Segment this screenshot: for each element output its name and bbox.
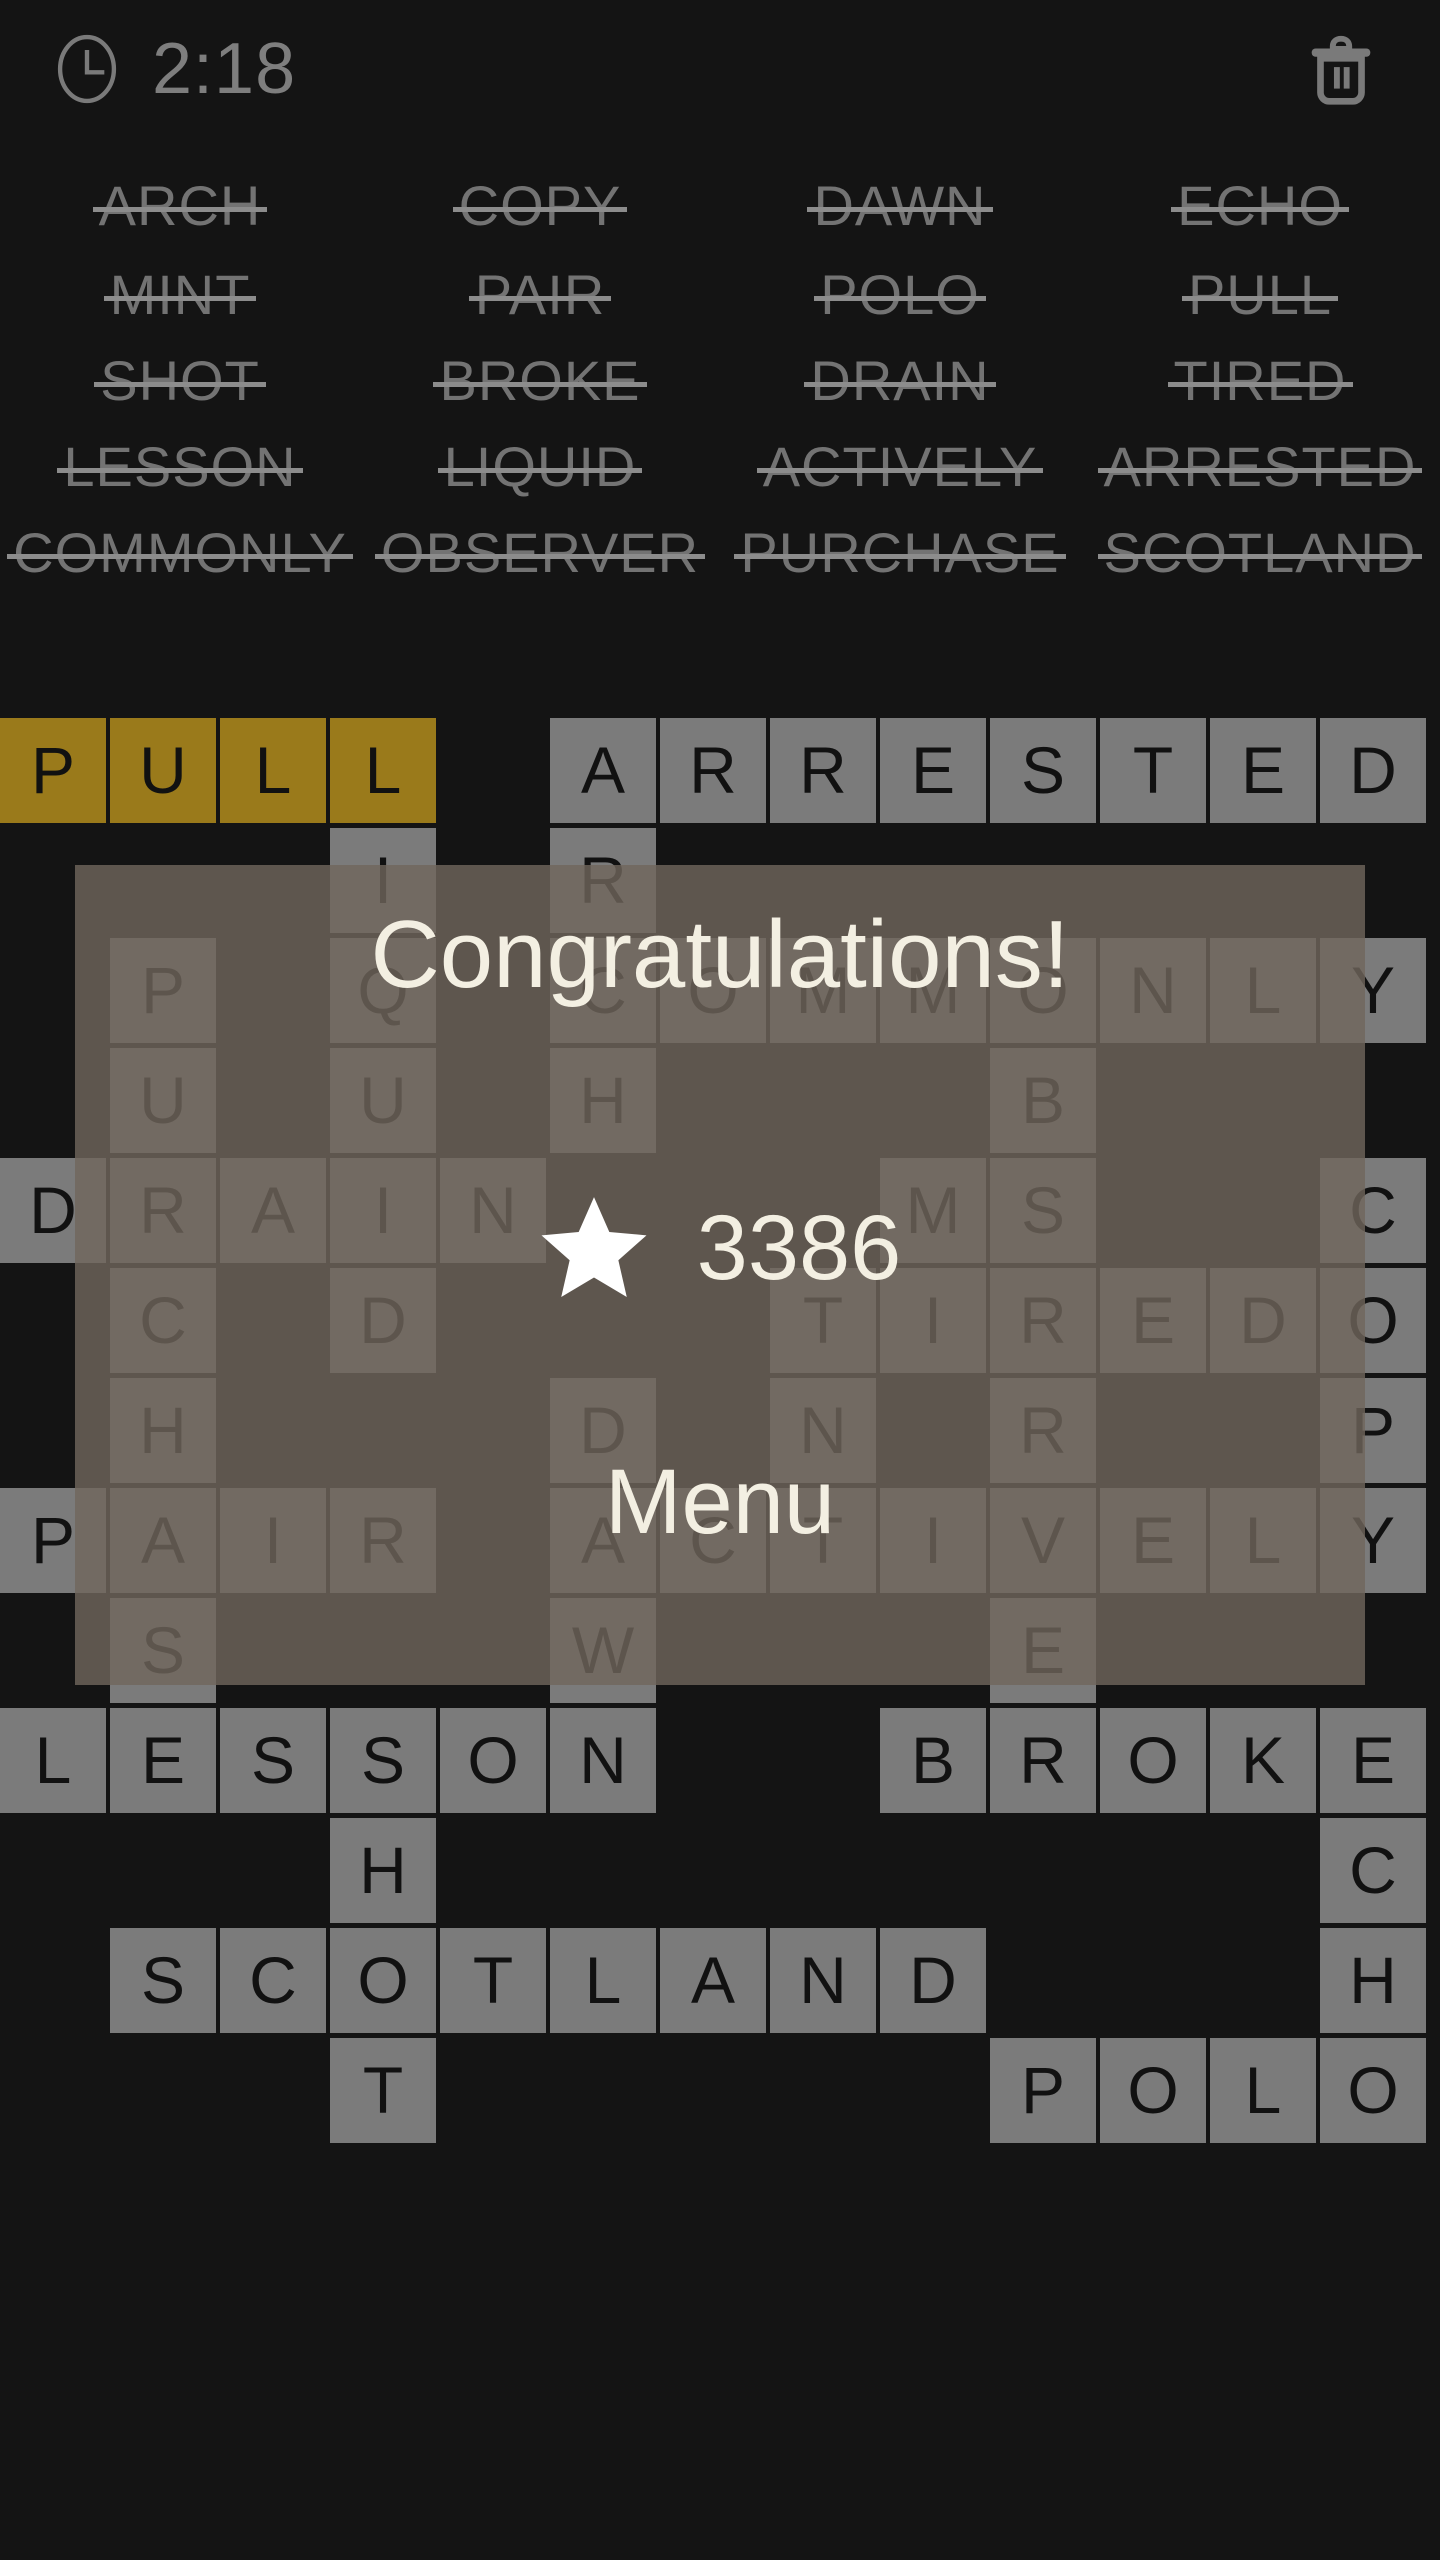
grid-cell[interactable]: T	[1100, 718, 1206, 823]
congratulations-overlay: Congratulations! 3386 Menu	[0, 865, 1440, 1685]
word-list-item: COMMONLY	[0, 510, 360, 596]
timer-value: 2:18	[152, 29, 297, 109]
grid-cell[interactable]: N	[550, 1708, 656, 1813]
word-list-row: ARCH COPY DAWN ECHO	[0, 160, 1440, 252]
grid-cell[interactable]: U	[110, 718, 216, 823]
grid-cell[interactable]: S	[330, 1708, 436, 1813]
grid-cell[interactable]: L	[0, 1708, 106, 1813]
grid-cell[interactable]: R	[660, 718, 766, 823]
grid-cell[interactable]: S	[110, 1928, 216, 2033]
menu-button[interactable]: Menu	[0, 1450, 1440, 1555]
grid-cell[interactable]: C	[1320, 1818, 1426, 1923]
word-list-row: COMMONLY OBSERVER PURCHASE SCOTLAND	[0, 510, 1440, 596]
clock-icon	[50, 32, 124, 106]
grid-cell[interactable]: O	[1100, 2038, 1206, 2143]
grid-cell[interactable]: O	[440, 1708, 546, 1813]
word-list-item: MINT	[0, 252, 360, 338]
grid-cell[interactable]: L	[550, 1928, 656, 2033]
word-list-item: ARCH	[0, 160, 360, 252]
word-list-item: COPY	[360, 160, 720, 252]
grid-cell[interactable]: L	[1210, 2038, 1316, 2143]
word-list-item: DRAIN	[720, 338, 1080, 424]
grid-cell[interactable]: E	[110, 1708, 216, 1813]
grid-cell[interactable]: S	[990, 718, 1096, 823]
grid-cell[interactable]: E	[1320, 1708, 1426, 1813]
grid-cell[interactable]: C	[220, 1928, 326, 2033]
grid-cell[interactable]: P	[990, 2038, 1096, 2143]
timer-group: 2:18	[50, 32, 296, 106]
grid-cell[interactable]: K	[1210, 1708, 1316, 1813]
word-list-item: DAWN	[720, 160, 1080, 252]
word-list-item: ARRESTED	[1080, 424, 1440, 510]
grid-cell[interactable]: B	[880, 1708, 986, 1813]
word-list-item: BROKE	[360, 338, 720, 424]
grid-cell[interactable]: N	[770, 1928, 876, 2033]
word-list-item: ACTIVELY	[720, 424, 1080, 510]
grid-cell[interactable]: R	[990, 1708, 1096, 1813]
grid-cell[interactable]: A	[660, 1928, 766, 2033]
word-list-item: SCOTLAND	[1080, 510, 1440, 596]
star-icon	[539, 1195, 649, 1300]
word-list-item: ECHO	[1080, 160, 1440, 252]
word-list-row: LESSON LIQUID ACTIVELY ARRESTED	[0, 424, 1440, 510]
grid-cell[interactable]: O	[1320, 2038, 1426, 2143]
grid-cell[interactable]: R	[770, 718, 876, 823]
grid-cell[interactable]: H	[330, 1818, 436, 1923]
word-list-row: MINT PAIR POLO PULL	[0, 252, 1440, 338]
grid-cell[interactable]: P	[0, 718, 106, 823]
grid-cell[interactable]: T	[440, 1928, 546, 2033]
congratulations-title: Congratulations!	[370, 901, 1070, 1008]
word-list-item: PURCHASE	[720, 510, 1080, 596]
word-list-item: TIRED	[1080, 338, 1440, 424]
word-list-item: SHOT	[0, 338, 360, 424]
grid-cell[interactable]: E	[1210, 718, 1316, 823]
word-list: ARCH COPY DAWN ECHO MINT PAIR POLO PULL …	[0, 160, 1440, 596]
grid-cell[interactable]: H	[1320, 1928, 1426, 2033]
score-group: 3386	[0, 1195, 1440, 1300]
top-bar: 2:18	[0, 0, 1440, 150]
word-list-row: SHOT BROKE DRAIN TIRED	[0, 338, 1440, 424]
grid-cell[interactable]: O	[330, 1928, 436, 2033]
word-list-item: POLO	[720, 252, 1080, 338]
grid-cell[interactable]: D	[1320, 718, 1426, 823]
grid-cell[interactable]: S	[220, 1708, 326, 1813]
grid-cell[interactable]: T	[330, 2038, 436, 2143]
score-value: 3386	[696, 1196, 902, 1299]
trash-icon[interactable]	[1298, 28, 1384, 114]
grid-cell[interactable]: L	[220, 718, 326, 823]
grid-cell[interactable]: O	[1100, 1708, 1206, 1813]
word-list-item: PAIR	[360, 252, 720, 338]
word-list-item: LIQUID	[360, 424, 720, 510]
word-list-item: PULL	[1080, 252, 1440, 338]
grid-cell[interactable]: A	[550, 718, 656, 823]
grid-cell[interactable]: D	[880, 1928, 986, 2033]
grid-cell[interactable]: E	[880, 718, 986, 823]
grid-cell[interactable]: L	[330, 718, 436, 823]
word-list-item: OBSERVER	[360, 510, 720, 596]
word-list-item: LESSON	[0, 424, 360, 510]
